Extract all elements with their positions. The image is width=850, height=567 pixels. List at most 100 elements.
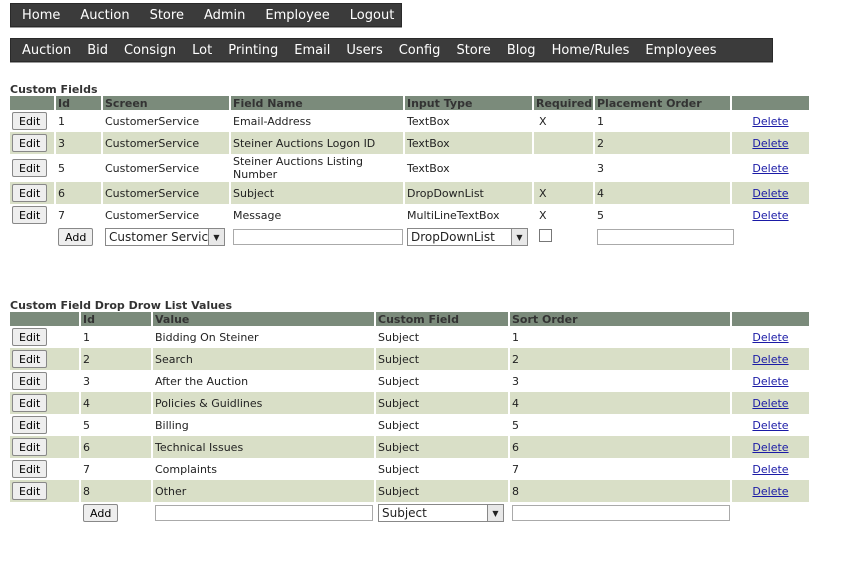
admin-nav-users[interactable]: Users	[346, 43, 382, 58]
delete-link[interactable]: Delete	[752, 375, 788, 388]
header-delete	[731, 312, 811, 326]
edit-button[interactable]: Edit	[12, 438, 48, 456]
add-spacer	[10, 502, 81, 524]
admin-nav-bid[interactable]: Bid	[87, 43, 108, 58]
chevron-down-icon: ▼	[487, 505, 503, 521]
delete-link[interactable]: Delete	[752, 209, 788, 222]
edit-button[interactable]: Edit	[12, 184, 48, 202]
admin-nav-printing[interactable]: Printing	[228, 43, 278, 58]
field-name-input[interactable]	[233, 229, 403, 245]
delete-cell: Delete	[731, 154, 811, 182]
id-cell: 1	[55, 110, 103, 132]
admin-nav-lot[interactable]: Lot	[192, 43, 212, 58]
edit-cell: Edit	[10, 326, 81, 348]
input-type-select[interactable]: DropDownList ▼	[407, 228, 528, 246]
admin-nav-home-rules[interactable]: Home/Rules	[552, 43, 630, 58]
id-cell: 3	[80, 370, 153, 392]
placement-order-cell: 4	[594, 182, 732, 204]
screen-select[interactable]: Customer Service ▼	[105, 228, 225, 246]
edit-button[interactable]: Edit	[12, 159, 48, 177]
id-cell: 6	[80, 436, 153, 458]
table-row: Edit 6 CustomerService Subject DropDownList X…	[10, 182, 811, 204]
id-cell: 4	[80, 392, 153, 414]
edit-button[interactable]: Edit	[12, 112, 48, 130]
delete-link[interactable]: Delete	[752, 441, 788, 454]
edit-button[interactable]: Edit	[12, 460, 48, 478]
custom-field-cell: Subject	[375, 458, 510, 480]
placement-order-input[interactable]	[597, 229, 734, 245]
header-edit	[10, 312, 81, 326]
input-type-select-value: DropDownList	[411, 230, 495, 244]
edit-button[interactable]: Edit	[12, 350, 48, 368]
screen-cell: CustomerService	[102, 132, 231, 154]
nav-employee[interactable]: Employee	[265, 8, 329, 23]
edit-button[interactable]: Edit	[12, 482, 48, 500]
id-cell: 8	[80, 480, 153, 502]
nav-home[interactable]: Home	[22, 8, 60, 23]
required-cell	[533, 132, 595, 154]
delete-link[interactable]: Delete	[752, 463, 788, 476]
edit-button[interactable]: Edit	[12, 134, 48, 152]
dropdown-values-header-row: Id Value Custom Field Sort Order	[10, 312, 811, 326]
required-cell: X	[533, 110, 595, 132]
delete-link[interactable]: Delete	[752, 485, 788, 498]
edit-cell: Edit	[10, 154, 56, 182]
admin-nav-auction[interactable]: Auction	[22, 43, 71, 58]
table-row: Edit 7 CustomerService Message MultiLineText…	[10, 204, 811, 226]
add-button[interactable]: Add	[58, 228, 94, 246]
edit-button[interactable]: Edit	[12, 394, 48, 412]
admin-nav-store[interactable]: Store	[456, 43, 490, 58]
edit-cell: Edit	[10, 414, 81, 436]
admin-nav-employees[interactable]: Employees	[645, 43, 716, 58]
field-name-cell: Email-Address	[230, 110, 405, 132]
admin-nav-config[interactable]: Config	[399, 43, 441, 58]
custom-field-select-value: Subject	[382, 506, 427, 520]
admin-nav-blog[interactable]: Blog	[507, 43, 536, 58]
custom-field-select-cell: Subject ▼	[375, 502, 510, 524]
header-input-type: Input Type	[404, 96, 534, 110]
table-row: Edit 3 After the Auction Subject 3 Delete	[10, 370, 811, 392]
delete-link[interactable]: Delete	[752, 397, 788, 410]
delete-link[interactable]: Delete	[752, 187, 788, 200]
delete-link[interactable]: Delete	[752, 115, 788, 128]
delete-link[interactable]: Delete	[752, 353, 788, 366]
value-input[interactable]	[155, 505, 373, 521]
placement-order-cell: 1	[594, 110, 732, 132]
chevron-down-icon: ▼	[511, 229, 527, 245]
sort-order-cell: 5	[509, 414, 732, 436]
edit-button[interactable]: Edit	[12, 206, 48, 224]
edit-cell: Edit	[10, 204, 56, 226]
table-row: Edit 7 Complaints Subject 7 Delete	[10, 458, 811, 480]
edit-button[interactable]: Edit	[12, 372, 48, 390]
add-button[interactable]: Add	[83, 504, 119, 522]
nav-admin[interactable]: Admin	[204, 8, 245, 23]
delete-cell: Delete	[731, 348, 811, 370]
id-cell: 5	[80, 414, 153, 436]
sort-order-input[interactable]	[512, 505, 730, 521]
edit-button[interactable]: Edit	[12, 416, 48, 434]
screen-cell: CustomerService	[102, 204, 231, 226]
edit-cell: Edit	[10, 458, 81, 480]
delete-link[interactable]: Delete	[752, 419, 788, 432]
header-sort-order: Sort Order	[509, 312, 732, 326]
add-spacer	[10, 226, 56, 248]
header-delete	[731, 96, 811, 110]
custom-field-cell: Subject	[375, 480, 510, 502]
nav-logout[interactable]: Logout	[350, 8, 395, 23]
delete-cell: Delete	[731, 110, 811, 132]
required-cell	[533, 154, 595, 182]
delete-link[interactable]: Delete	[752, 137, 788, 150]
admin-nav-email[interactable]: Email	[294, 43, 330, 58]
required-checkbox[interactable]	[539, 229, 552, 242]
edit-button[interactable]: Edit	[12, 328, 48, 346]
custom-field-select[interactable]: Subject ▼	[378, 504, 504, 522]
value-cell: Complaints	[152, 458, 376, 480]
value-cell: Technical Issues	[152, 436, 376, 458]
admin-nav-consign[interactable]: Consign	[124, 43, 176, 58]
nav-store[interactable]: Store	[150, 8, 184, 23]
nav-auction[interactable]: Auction	[80, 8, 129, 23]
delete-link[interactable]: Delete	[752, 331, 788, 344]
add-cell: Add	[55, 226, 103, 248]
custom-fields-table: Id Screen Field Name Input Type Required…	[10, 96, 811, 248]
delete-link[interactable]: Delete	[752, 162, 788, 175]
